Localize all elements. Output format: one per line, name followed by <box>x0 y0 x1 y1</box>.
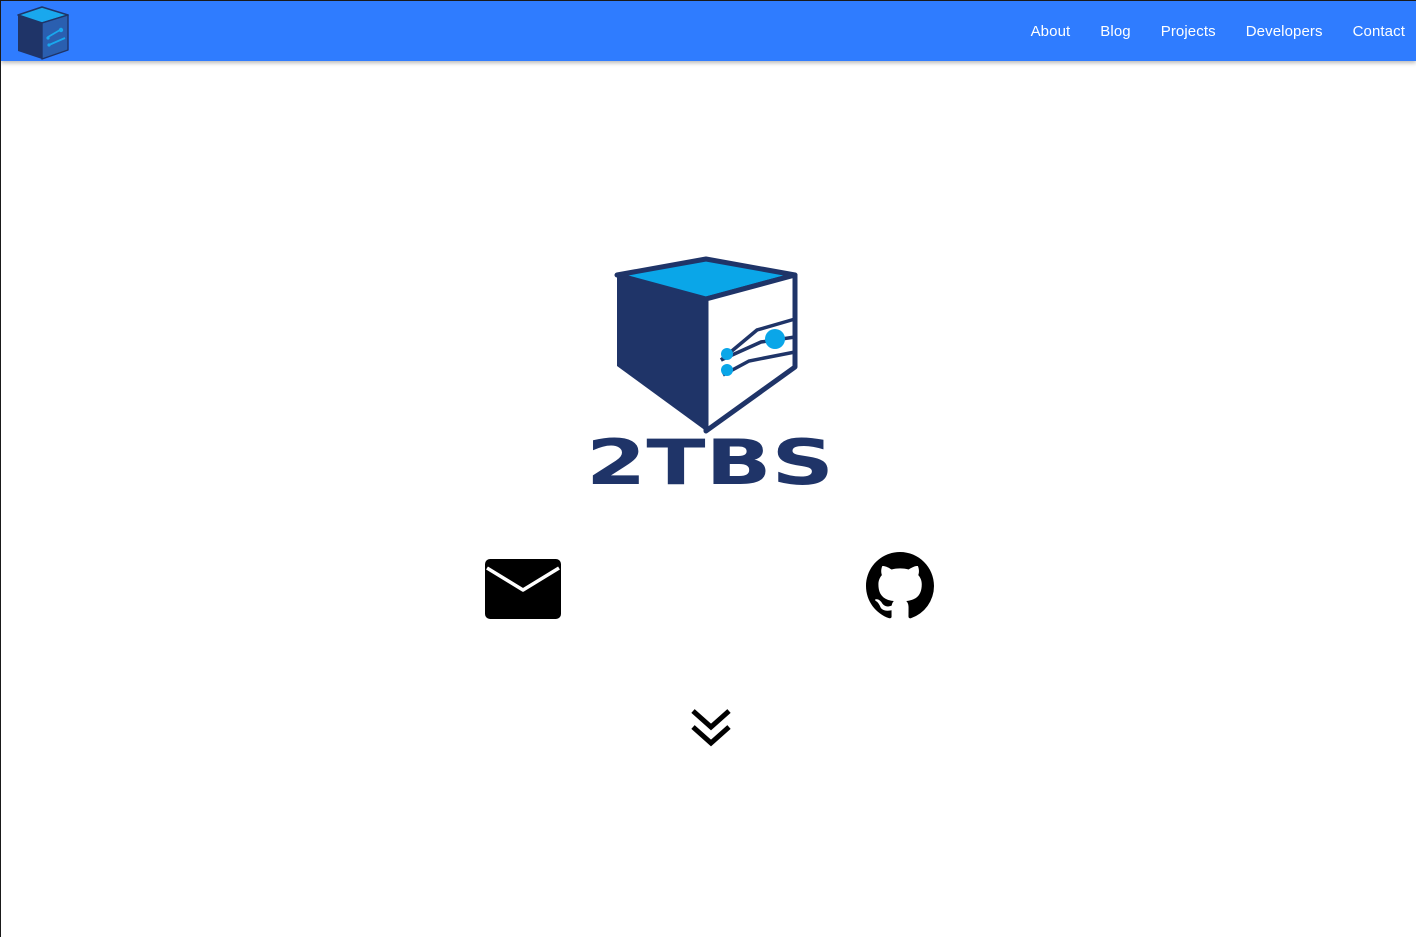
scroll-down-button[interactable] <box>689 707 733 751</box>
nav-link-contact[interactable]: Contact <box>1353 23 1405 40</box>
hero-logo: 2TBS <box>586 256 834 489</box>
brand-wordmark: 2TBS <box>586 426 834 489</box>
github-icon <box>866 552 934 619</box>
nav-link-developers[interactable]: Developers <box>1246 23 1323 40</box>
cube-logo-icon <box>17 6 69 60</box>
nav-menu: About Blog Projects Developers Contact <box>1001 1 1416 61</box>
email-link[interactable] <box>484 558 562 620</box>
nav-link-blog[interactable]: Blog <box>1100 23 1130 40</box>
nav-link-about[interactable]: About <box>1031 23 1071 40</box>
cube-logo-icon <box>614 256 798 434</box>
navbar: About Blog Projects Developers Contact <box>1 1 1416 61</box>
page: About Blog Projects Developers Contact 2… <box>0 0 1416 937</box>
envelope-icon <box>485 559 561 619</box>
github-link[interactable] <box>866 552 934 620</box>
home-logo-link[interactable] <box>15 4 71 60</box>
double-chevron-down-icon <box>691 709 731 747</box>
nav-link-projects[interactable]: Projects <box>1161 23 1216 40</box>
